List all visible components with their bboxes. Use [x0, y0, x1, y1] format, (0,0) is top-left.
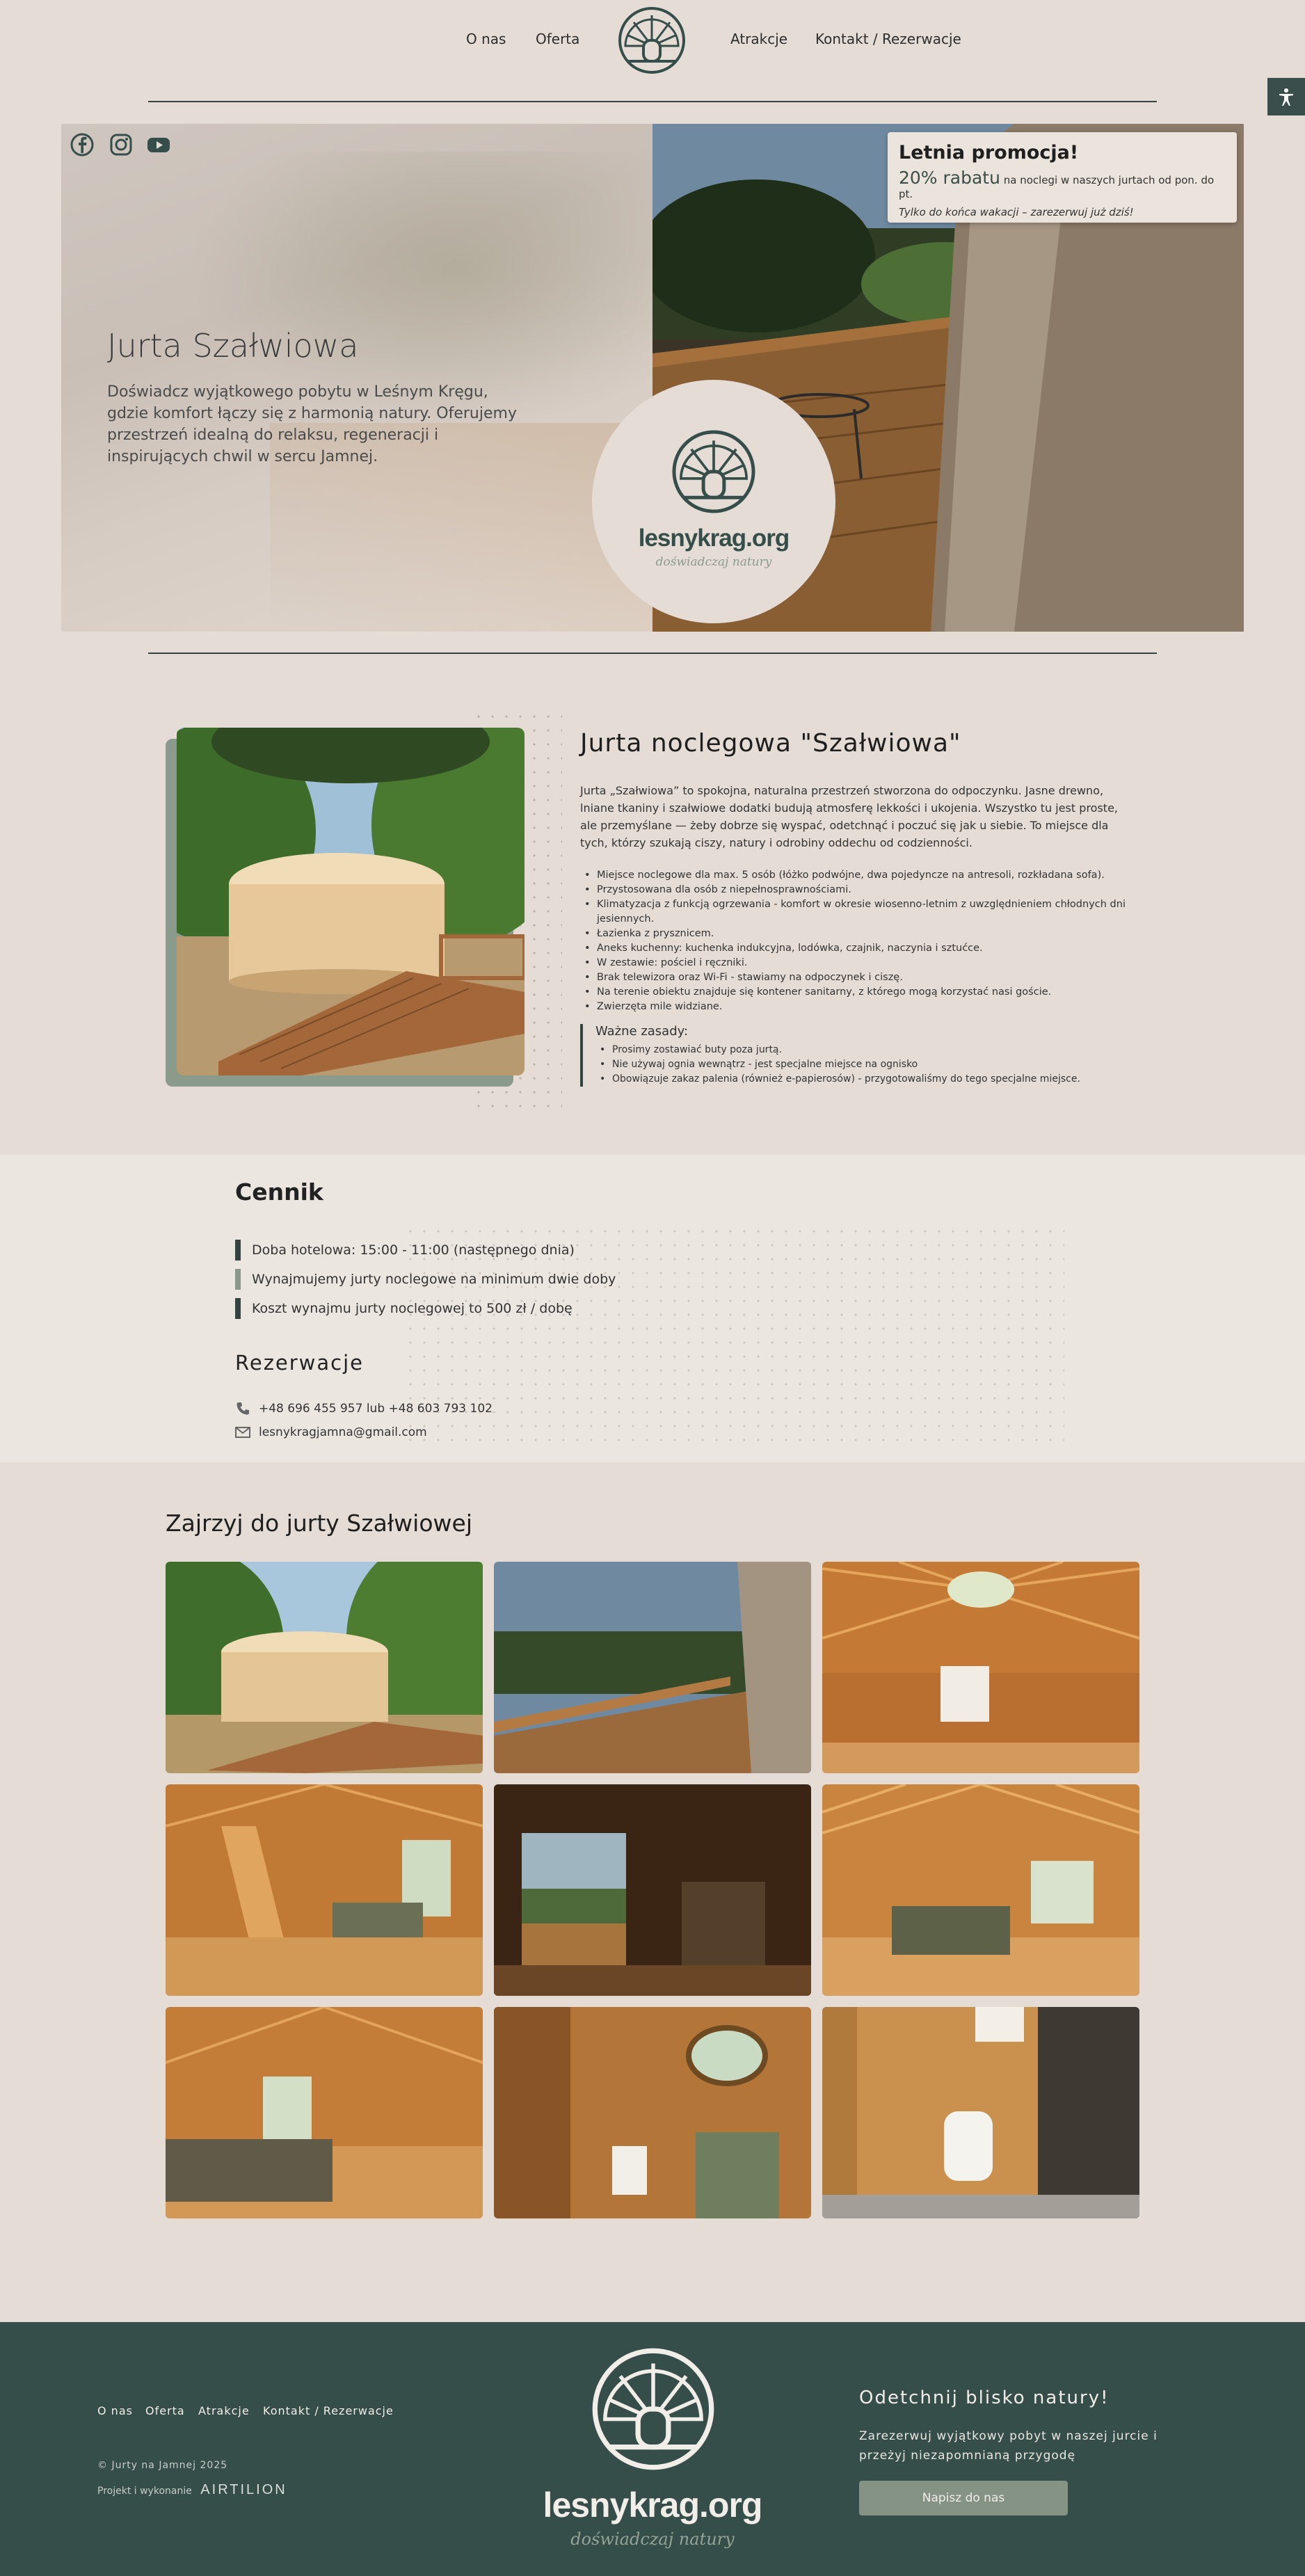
list-item: Zwierzęta mile widziane. — [580, 1000, 1164, 1014]
gallery-photo-doorway-view[interactable] — [494, 1784, 811, 1996]
nav-item-o-nas[interactable]: O nas — [466, 31, 506, 47]
phone-number: +48 696 455 957 lub +48 603 793 102 — [259, 1402, 493, 1416]
promo-title: Letnia promocja! — [899, 142, 1079, 163]
footer-credits: Projekt i wykonanie AIRTILION — [97, 2482, 287, 2498]
footer-brand-name: lesnykrag.org — [543, 2486, 763, 2525]
instagram-icon[interactable] — [109, 132, 134, 157]
youtube-icon[interactable] — [146, 132, 171, 157]
footer-logo-icon — [592, 2348, 714, 2470]
list-item: Przystosowana dla osób z niepełnosprawno… — [580, 883, 1164, 897]
hero-logo-badge: lesnykrag.org doświadczaj natury — [592, 380, 835, 623]
footer-cta-text: Zarezerwuj wyjątkowy pobyt w naszej jurc… — [859, 2429, 1158, 2463]
gallery-photo-interior-roof[interactable] — [822, 1562, 1139, 1773]
pricing-item-check-in: Doba hotelowa: 15:00 - 11:00 (następnego… — [235, 1240, 575, 1261]
section-divider — [148, 653, 1157, 654]
gallery-photo-terrace-view[interactable] — [494, 1562, 811, 1773]
list-item: W zestawie: pościel i ręczniki. — [580, 956, 1164, 970]
yurt-exterior-photo — [177, 728, 525, 1075]
pricing-item-minimum-stay: Wynajmujemy jurty noclegowe na minimum d… — [235, 1269, 616, 1290]
hero-description: Doświadcz wyjątkowego pobytu w Leśnym Kr… — [107, 383, 517, 465]
nav-item-oferta[interactable]: Oferta — [536, 31, 579, 47]
logo-icon — [672, 430, 755, 513]
hero-brand-name: lesnykrag.org — [638, 525, 790, 552]
facebook-icon[interactable] — [70, 132, 95, 157]
footer-credits-label: Projekt i wykonanie — [97, 2486, 192, 2497]
top-navigation: O nas Oferta Atrakcje Kontakt / Rezerwac… — [0, 0, 1305, 83]
about-description: Jurta „Szałwiowa” to spokojna, naturalna… — [580, 784, 1118, 849]
hero-brand-tagline: doświadczaj natury — [655, 555, 772, 569]
footer-nav-atrakcje[interactable]: Atrakcje — [198, 2404, 250, 2417]
nav-divider — [148, 101, 1157, 102]
email-address: lesnykragjamna@gmail.com — [259, 1425, 427, 1439]
promo-box: Letnia promocja! 20% rabatu na noclegi w… — [888, 132, 1237, 223]
footer-copyright: © Jurty na Jamnej 2025 — [97, 2460, 228, 2471]
list-item: Nie używaj ognia wewnątrz - jest specjal… — [595, 1057, 1164, 1072]
reservation-title: Rezerwacje — [235, 1351, 365, 1375]
pricing-item-cost: Koszt wynajmu jurty noclegowej to 500 zł… — [235, 1298, 573, 1319]
rules-list: Prosimy zostawiać buty poza jurtą. Nie u… — [595, 1043, 1164, 1087]
reservation-email[interactable]: lesnykragjamna@gmail.com — [235, 1425, 427, 1440]
nav-item-atrakcje[interactable]: Atrakcje — [730, 31, 787, 47]
gallery-photo-bathroom-mirror[interactable] — [494, 2007, 811, 2218]
list-item: Obowiązuje zakaz palenia (również e-papi… — [595, 1072, 1164, 1087]
agency-logo[interactable]: AIRTILION — [200, 2482, 287, 2497]
list-item: Prosimy zostawiać buty poza jurtą. — [595, 1043, 1164, 1057]
list-item: Aneks kuchenny: kuchenka indukcyjna, lod… — [580, 941, 1164, 956]
promo-note: Tylko do końca wakacji – zarezerwuj już … — [899, 206, 1134, 218]
gallery-photo-bedroom[interactable] — [822, 1784, 1139, 1996]
gallery-photo-bedroom-wide[interactable] — [166, 2007, 483, 2218]
accessibility-button[interactable] — [1267, 78, 1305, 115]
contact-button[interactable]: Napisz do nas — [859, 2481, 1068, 2515]
gallery-title: Zajrzyj do jurty Szałwiowej — [166, 1510, 472, 1537]
list-item: Łazienka z prysznicem. — [580, 927, 1164, 941]
nav-item-kontakt[interactable]: Kontakt / Rezerwacje — [815, 31, 961, 47]
rules-box: Ważne zasady: Prosimy zostawiać buty poz… — [580, 1024, 1164, 1087]
footer-nav-o-nas[interactable]: O nas — [97, 2404, 133, 2417]
gallery-photo-exterior[interactable] — [166, 1562, 483, 1773]
footer-nav-oferta[interactable]: Oferta — [145, 2404, 185, 2417]
hero-left-panel — [61, 124, 659, 632]
accessibility-icon — [1279, 88, 1293, 106]
gallery-photo-bedroom-ladder[interactable] — [166, 1784, 483, 1996]
logo-icon[interactable] — [617, 6, 687, 75]
list-item: Brak telewizora oraz Wi-Fi - stawiamy na… — [580, 970, 1164, 985]
hero-title: Jurta Szałwiowa — [107, 327, 359, 365]
rules-title: Ważne zasady: — [595, 1024, 689, 1039]
footer-cta-title: Odetchnij blisko natury! — [859, 2387, 1110, 2408]
promo-discount: 20% rabatu — [899, 168, 1000, 188]
footer-nav-kontakt[interactable]: Kontakt / Rezerwacje — [263, 2404, 394, 2417]
email-icon — [235, 1427, 250, 1438]
features-list: Miejsce noclegowe dla max. 5 osób (łóżko… — [580, 868, 1164, 1014]
footer-brand-tagline: doświadczaj natury — [570, 2529, 735, 2549]
list-item: Na terenie obiektu znajduje się kontener… — [580, 985, 1164, 1000]
phone-icon — [237, 1402, 249, 1415]
list-item: Klimatyzacja z funkcją ogrzewania - komf… — [580, 897, 1164, 927]
pricing-title: Cennik — [235, 1178, 323, 1206]
about-title: Jurta noclegowa "Szałwiowa" — [580, 729, 961, 758]
reservation-phone[interactable]: +48 696 455 957 lub +48 603 793 102 — [235, 1401, 493, 1416]
gallery-photo-bathroom-toilet[interactable] — [822, 2007, 1139, 2218]
list-item: Miejsce noclegowe dla max. 5 osób (łóżko… — [580, 868, 1164, 883]
promo-offer: 20% rabatu na noclegi w naszych jurtach … — [899, 168, 1226, 200]
